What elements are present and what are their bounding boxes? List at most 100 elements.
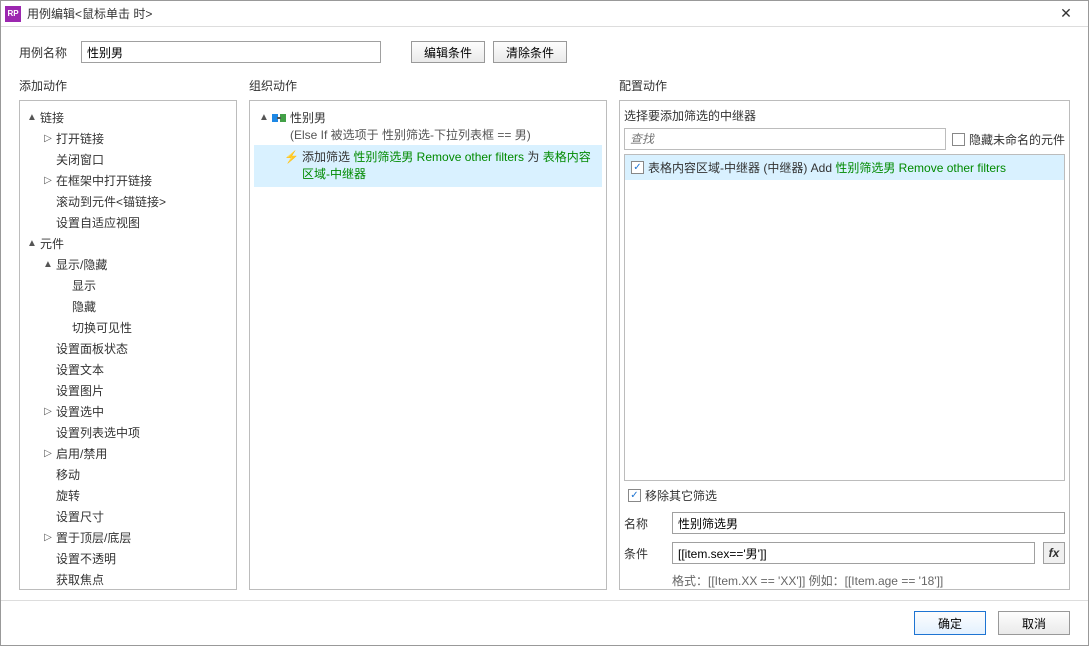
- configure-fields: ✓ 移除其它筛选 名称 条件 fx 格式：[[Item.XX == 'XX: [620, 487, 1069, 589]
- expand-icon[interactable]: ▷: [42, 175, 54, 186]
- tree-item[interactable]: ▲元件: [22, 233, 234, 254]
- list-item-label: 表格内容区域-中继器 (中继器) Add 性别筛选男 Remove other …: [648, 159, 1006, 176]
- filter-name-row: 名称: [624, 512, 1065, 534]
- tree-item-label: 设置尺寸: [56, 508, 104, 525]
- tree-item-label: 设置面板状态: [56, 340, 128, 357]
- cancel-button[interactable]: 取消: [998, 611, 1070, 635]
- action-tree[interactable]: ▲链接▷打开链接关闭窗口▷在框架中打开链接滚动到元件<锚链接>设置自适应视图▲元…: [20, 101, 236, 590]
- configure-panel: 选择要添加筛选的中继器 隐藏未命名的元件 ✓ 表格内容区域-中继器 (中继器) …: [619, 100, 1070, 590]
- tree-item[interactable]: 设置不透明: [22, 548, 234, 569]
- remove-other-filters-label: 移除其它筛选: [645, 487, 717, 504]
- checkbox-icon[interactable]: ✓: [631, 161, 644, 174]
- format-hint: 格式：[[Item.XX == 'XX']] 例如：[[Item.age == …: [624, 572, 1065, 589]
- configure-action-header: 配置动作: [619, 73, 1070, 100]
- tree-item-label: 旋转: [56, 487, 80, 504]
- organize-action-column: 组织动作 ▲ 性别男 (Else If 被选项于 性别筛选-下拉列表框 == 男…: [249, 73, 607, 590]
- tree-item[interactable]: ▷设置选中: [22, 401, 234, 422]
- action-text: 添加筛选 性别筛选男 Remove other filters 为 表格内容区域…: [302, 149, 598, 183]
- ok-button[interactable]: 确定: [914, 611, 986, 635]
- collapse-icon[interactable]: ▲: [26, 112, 38, 123]
- case-name-input[interactable]: [81, 41, 381, 63]
- close-icon[interactable]: ✕: [1048, 3, 1084, 25]
- expand-icon[interactable]: ▷: [42, 406, 54, 417]
- add-action-column: 添加动作 ▲链接▷打开链接关闭窗口▷在框架中打开链接滚动到元件<锚链接>设置自适…: [19, 73, 237, 590]
- tree-item-label: 切换可见性: [72, 319, 132, 336]
- hide-unnamed-label: 隐藏未命名的元件: [969, 131, 1065, 148]
- columns: 添加动作 ▲链接▷打开链接关闭窗口▷在框架中打开链接滚动到元件<锚链接>设置自适…: [1, 73, 1088, 600]
- configure-subtitle: 选择要添加筛选的中继器: [620, 101, 1069, 128]
- tree-item-label: 移动: [56, 466, 80, 483]
- tree-item[interactable]: 切换可见性: [22, 317, 234, 338]
- collapse-icon[interactable]: ▲: [258, 112, 270, 123]
- search-row: 隐藏未命名的元件: [620, 128, 1069, 154]
- configure-action-column: 配置动作 选择要添加筛选的中继器 隐藏未命名的元件 ✓: [619, 73, 1070, 590]
- organize-panel: ▲ 性别男 (Else If 被选项于 性别筛选-下拉列表框 == 男) ⚡ 添…: [249, 100, 607, 590]
- tree-item[interactable]: 设置自适应视图: [22, 212, 234, 233]
- edit-condition-button[interactable]: 编辑条件: [411, 41, 485, 63]
- tree-item[interactable]: ▷置于顶层/底层: [22, 527, 234, 548]
- expand-icon[interactable]: ▷: [42, 133, 54, 144]
- tree-item[interactable]: 移动: [22, 464, 234, 485]
- bolt-icon: ⚡: [284, 149, 298, 166]
- tree-item-label: 打开链接: [56, 130, 104, 147]
- tree-item-label: 设置文本: [56, 361, 104, 378]
- case-editor-dialog: RP 用例编辑<鼠标单击 时> ✕ 用例名称 编辑条件 清除条件 添加动作 ▲链…: [0, 0, 1089, 646]
- list-item[interactable]: ✓ 表格内容区域-中继器 (中继器) Add 性别筛选男 Remove othe…: [625, 155, 1064, 180]
- filter-condition-label: 条件: [624, 545, 664, 562]
- tree-item[interactable]: ▲显示/隐藏: [22, 254, 234, 275]
- hide-unnamed-checkbox[interactable]: 隐藏未命名的元件: [952, 131, 1065, 148]
- expand-icon[interactable]: ▷: [42, 448, 54, 459]
- expand-icon[interactable]: ▷: [42, 532, 54, 543]
- tree-item-label: 在框架中打开链接: [56, 172, 152, 189]
- tree-item[interactable]: 设置图片: [22, 380, 234, 401]
- filter-condition-row: 条件 fx: [624, 542, 1065, 564]
- repeater-list[interactable]: ✓ 表格内容区域-中继器 (中继器) Add 性别筛选男 Remove othe…: [624, 154, 1065, 481]
- checkbox-icon: [952, 133, 965, 146]
- checkbox-icon: ✓: [628, 489, 641, 502]
- clear-condition-button[interactable]: 清除条件: [493, 41, 567, 63]
- tree-item[interactable]: 滚动到元件<锚链接>: [22, 191, 234, 212]
- case-name-row: 用例名称 编辑条件 清除条件: [1, 27, 1088, 73]
- filter-name-input[interactable]: [672, 512, 1065, 534]
- tree-item[interactable]: 设置列表选中项: [22, 422, 234, 443]
- remove-other-filters-checkbox[interactable]: ✓ 移除其它筛选: [624, 487, 1065, 504]
- case-name-text: 性别男: [290, 109, 531, 126]
- tree-item-label: 设置图片: [56, 382, 104, 399]
- tree-item[interactable]: 设置文本: [22, 359, 234, 380]
- search-input[interactable]: [624, 128, 946, 150]
- tree-item[interactable]: 隐藏: [22, 296, 234, 317]
- action-node[interactable]: ⚡ 添加筛选 性别筛选男 Remove other filters 为 表格内容…: [254, 145, 602, 187]
- tree-item[interactable]: ▷在框架中打开链接: [22, 170, 234, 191]
- tree-item-label: 启用/禁用: [56, 445, 107, 462]
- organize-action-header: 组织动作: [249, 73, 607, 100]
- dialog-footer: 确定 取消: [1, 600, 1088, 645]
- tree-item[interactable]: 显示: [22, 275, 234, 296]
- tree-item[interactable]: 设置面板状态: [22, 338, 234, 359]
- filter-name-label: 名称: [624, 515, 664, 532]
- collapse-icon[interactable]: ▲: [26, 238, 38, 249]
- app-icon: RP: [5, 6, 21, 22]
- tree-item[interactable]: 设置尺寸: [22, 506, 234, 527]
- fx-button[interactable]: fx: [1043, 542, 1065, 564]
- case-name-label: 用例名称: [19, 44, 73, 61]
- organize-tree[interactable]: ▲ 性别男 (Else If 被选项于 性别筛选-下拉列表框 == 男) ⚡ 添…: [250, 101, 606, 193]
- tree-item[interactable]: ▲链接: [22, 107, 234, 128]
- case-icon: [272, 112, 286, 124]
- collapse-icon[interactable]: ▲: [42, 259, 54, 270]
- tree-item-label: 链接: [40, 109, 64, 126]
- tree-item[interactable]: 获取焦点: [22, 569, 234, 590]
- tree-item[interactable]: ▷启用/禁用: [22, 443, 234, 464]
- dialog-title: 用例编辑<鼠标单击 时>: [27, 5, 1048, 22]
- filter-condition-input[interactable]: [672, 542, 1035, 564]
- titlebar: RP 用例编辑<鼠标单击 时> ✕: [1, 1, 1088, 27]
- tree-item-label: 获取焦点: [56, 571, 104, 588]
- case-node[interactable]: ▲ 性别男 (Else If 被选项于 性别筛选-下拉列表框 == 男): [254, 107, 602, 145]
- add-action-header: 添加动作: [19, 73, 237, 100]
- tree-item-label: 设置选中: [56, 403, 104, 420]
- tree-item-label: 显示/隐藏: [56, 256, 107, 273]
- tree-item[interactable]: ▷打开链接: [22, 128, 234, 149]
- tree-item[interactable]: 旋转: [22, 485, 234, 506]
- case-condition-text: (Else If 被选项于 性别筛选-下拉列表框 == 男): [290, 126, 531, 143]
- tree-item[interactable]: 关闭窗口: [22, 149, 234, 170]
- tree-item-label: 滚动到元件<锚链接>: [56, 193, 166, 210]
